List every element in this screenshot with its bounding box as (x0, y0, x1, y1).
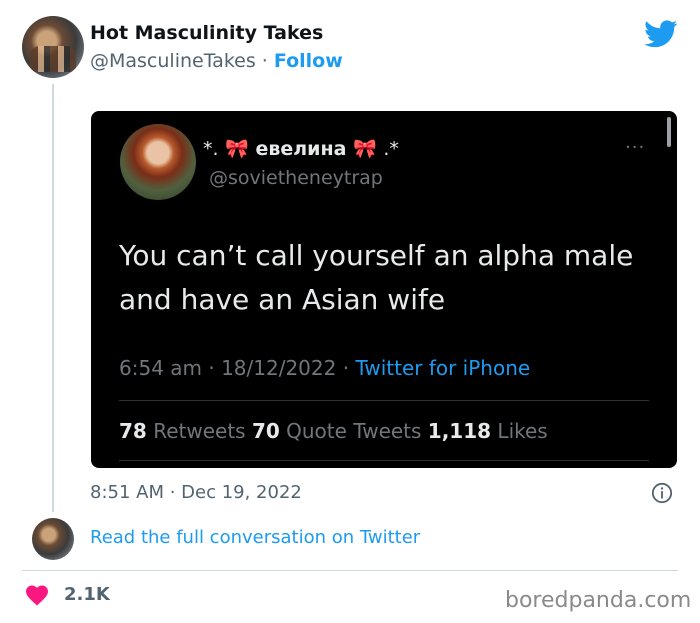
embedded-name-text: евелина (255, 138, 347, 160)
divider (22, 570, 678, 571)
handle-row: @MasculineTakes · Follow (90, 50, 343, 72)
embedded-source: Twitter for iPhone (355, 356, 531, 380)
divider (119, 460, 649, 461)
avatar-small[interactable] (32, 518, 74, 560)
quotes-count: 70 (251, 419, 280, 443)
embedded-stats: 78 Retweets 70 Quote Tweets 1,118 Likes (119, 419, 548, 443)
like-count: 2.1K (64, 584, 110, 605)
bow-icon: 🎀 (353, 138, 377, 160)
likes-count: 1,118 (427, 419, 492, 443)
embedded-avatar (120, 124, 196, 200)
embed-scrollbar[interactable] (667, 117, 671, 147)
info-icon[interactable] (651, 482, 673, 504)
name-prefix: *. (203, 138, 219, 160)
separator: · (261, 50, 268, 72)
more-icon: ··· (625, 137, 646, 158)
divider (119, 400, 649, 401)
read-conversation-link[interactable]: Read the full conversation on Twitter (90, 527, 420, 548)
retweets-label: Retweets (153, 419, 246, 443)
account-name[interactable]: Hot Masculinity Takes (90, 22, 323, 44)
embedded-meta: 6:54 am · 18/12/2022 · Twitter for iPhon… (119, 356, 530, 380)
tweet-timestamp[interactable]: 8:51 AM · Dec 19, 2022 (90, 482, 302, 503)
embedded-name: *. 🎀 евелина 🎀 .* (203, 137, 399, 160)
bow-icon: 🎀 (225, 138, 249, 160)
avatar[interactable] (22, 16, 84, 78)
watermark: boredpanda.com (505, 588, 692, 613)
name-suffix: .* (383, 138, 399, 160)
thread-line (52, 84, 54, 512)
retweets-count: 78 (119, 419, 147, 443)
quotes-label: Quote Tweets (286, 419, 422, 443)
likes-label: Likes (497, 419, 548, 443)
embedded-handle: @sovietheneytrap (209, 167, 383, 189)
embedded-tweet-text: You can’t call yourself an alpha male an… (119, 239, 634, 316)
embedded-tweet-screenshot: *. 🎀 евелина 🎀 .* @sovietheneytrap ··· Y… (91, 111, 677, 468)
follow-button[interactable]: Follow (274, 50, 343, 72)
embedded-timestamp: 6:54 am · 18/12/2022 · (119, 356, 356, 380)
heart-icon[interactable] (25, 584, 49, 606)
twitter-bird-icon[interactable] (644, 20, 678, 48)
account-handle[interactable]: @MasculineTakes (90, 50, 256, 72)
